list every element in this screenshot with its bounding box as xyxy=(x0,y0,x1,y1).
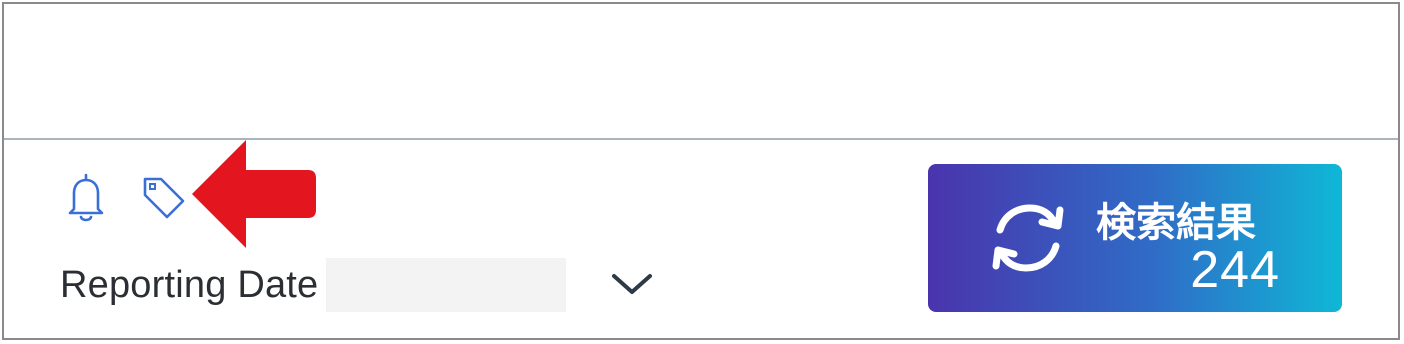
reporting-date-label: Reporting Date xyxy=(60,263,319,306)
refresh-icon xyxy=(990,200,1066,281)
header-area xyxy=(4,4,1398,140)
tag-icon[interactable] xyxy=(138,170,190,226)
reporting-date-input[interactable] xyxy=(326,258,567,312)
reporting-date-filter: Reporting Date xyxy=(60,256,567,314)
search-results-button[interactable]: 検索結果 244 xyxy=(928,164,1342,312)
toolbar-icons xyxy=(60,170,190,226)
annotation-arrow xyxy=(192,140,318,253)
bell-icon[interactable] xyxy=(60,170,112,226)
search-results-count: 244 xyxy=(1190,241,1280,299)
chevron-down-icon[interactable] xyxy=(602,262,662,306)
